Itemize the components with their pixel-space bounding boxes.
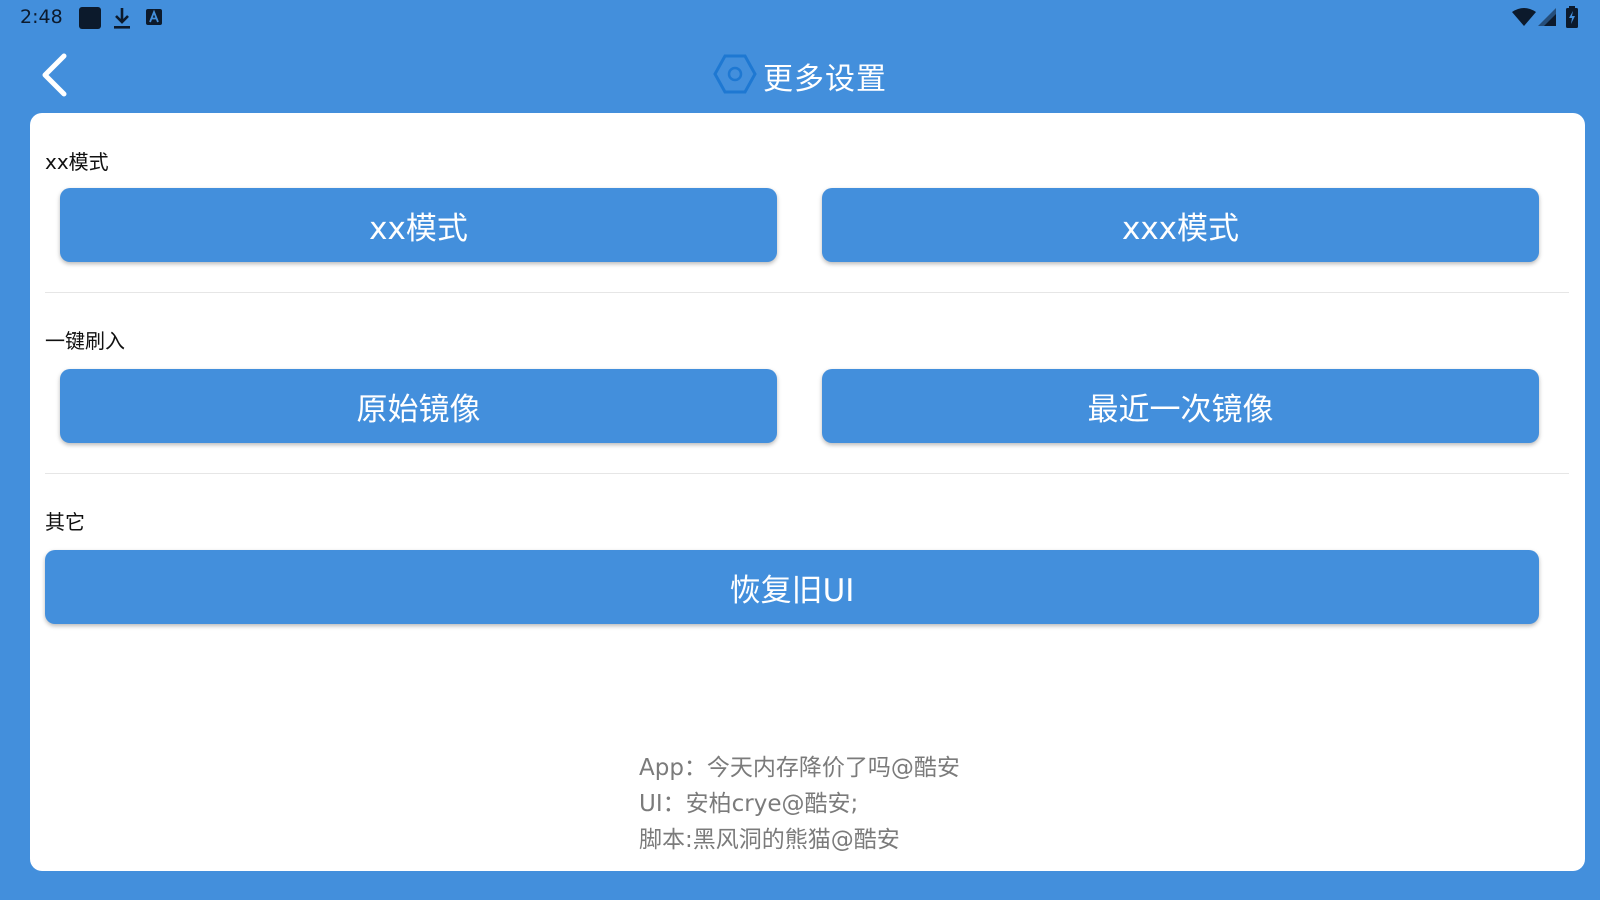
divider (45, 473, 1569, 474)
keyboard-a-icon (145, 8, 163, 30)
battery-charging-icon (1566, 6, 1578, 32)
credit-app: App：今天内存降价了吗@酷安 (639, 755, 960, 781)
hexagon-icon (713, 52, 757, 100)
xxx-mode-button[interactable]: xxx模式 (822, 188, 1539, 262)
settings-card: xx模式 xx模式 xxx模式 一键刷入 原始镜像 最近一次镜像 其它 恢复旧U… (30, 113, 1585, 871)
status-time: 2:48 (20, 6, 63, 28)
status-bar: 2:48 (0, 0, 1600, 36)
last-image-button[interactable]: 最近一次镜像 (822, 369, 1539, 443)
xx-mode-button[interactable]: xx模式 (60, 188, 777, 262)
screen: 2:48 更多设置 xx模式 xx模式 xxx模式 一键刷入 原始镜像 最近一次… (0, 0, 1600, 900)
restore-old-ui-button[interactable]: 恢复旧UI (45, 550, 1539, 624)
app-notification-icon (78, 6, 102, 34)
section-label-other: 其它 (45, 510, 85, 534)
download-icon (111, 6, 133, 34)
original-image-button[interactable]: 原始镜像 (60, 369, 777, 443)
page-title: 更多设置 (763, 62, 887, 97)
section-label-xx-mode: xx模式 (45, 150, 109, 174)
credit-script: 脚本:黑风洞的熊猫@酷安 (639, 827, 900, 853)
divider (45, 292, 1569, 293)
wifi-icon (1512, 8, 1536, 30)
header: 更多设置 (0, 50, 1600, 102)
cell-signal-icon (1538, 8, 1556, 30)
credit-ui: UI：安柏crye@酷安; (639, 791, 859, 817)
section-label-flash: 一键刷入 (45, 329, 125, 353)
credits: App：今天内存降价了吗@酷安 UI：安柏crye@酷安; 脚本:黑风洞的熊猫@… (639, 750, 960, 858)
